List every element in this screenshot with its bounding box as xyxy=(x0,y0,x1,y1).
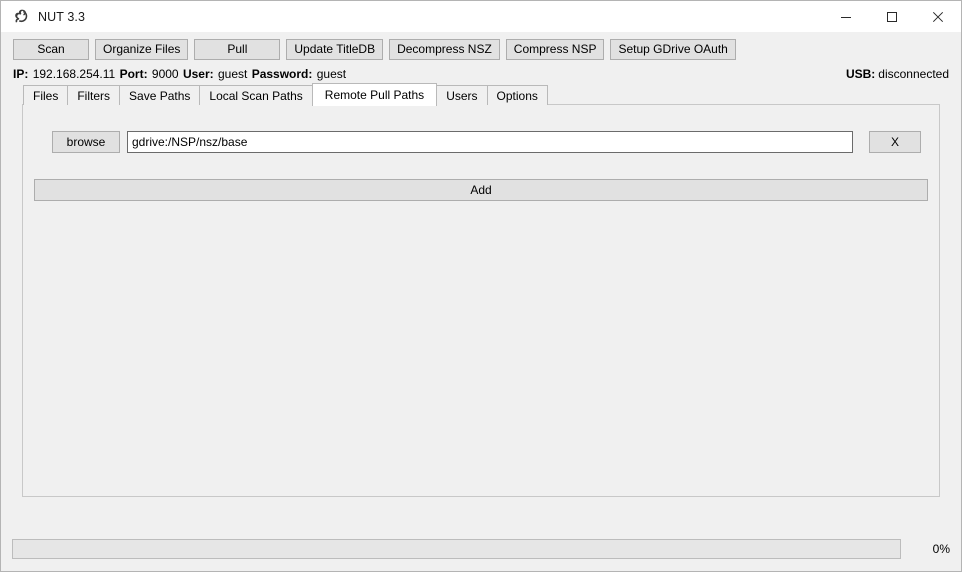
tab-users[interactable]: Users xyxy=(436,85,488,105)
usb-status: USB: disconnected xyxy=(846,64,949,84)
usb-label: USB: xyxy=(845,67,876,81)
maximize-button[interactable] xyxy=(869,1,915,32)
tab-options[interactable]: Options xyxy=(486,85,548,105)
password-label: Password: xyxy=(251,67,313,81)
remove-path-button[interactable]: X xyxy=(869,131,921,153)
window-title: NUT 3.3 xyxy=(38,9,86,24)
browse-button[interactable]: browse xyxy=(52,131,120,153)
toolbar: Scan Organize Files Pull Update TitleDB … xyxy=(1,32,961,64)
pull-button[interactable]: Pull xyxy=(194,38,281,60)
footer-progress-bar: 0% xyxy=(1,527,961,571)
compress-nsp-button[interactable]: Compress NSP xyxy=(505,38,605,60)
user-label: User: xyxy=(182,67,214,81)
ip-label: IP: xyxy=(13,67,29,81)
add-path-button[interactable]: Add xyxy=(34,179,928,201)
window-controls xyxy=(823,1,961,32)
remote-pull-paths-panel: browse X Add xyxy=(22,104,940,497)
application-window: NUT 3.3 Scan Organize Files Pull Update … xyxy=(0,0,962,572)
user-value: guest xyxy=(217,67,248,81)
usb-value: disconnected xyxy=(878,67,949,81)
close-icon xyxy=(932,11,944,22)
minimize-icon xyxy=(841,16,851,18)
password-value: guest xyxy=(316,67,347,81)
connection-info: IP: 192.168.254.11 Port: 9000 User: gues… xyxy=(13,67,347,81)
port-value: 9000 xyxy=(151,67,179,81)
decompress-nsz-button[interactable]: Decompress NSZ xyxy=(389,38,500,60)
minimize-button[interactable] xyxy=(823,1,869,32)
maximize-icon xyxy=(887,11,897,22)
ip-value: 192.168.254.11 xyxy=(32,67,116,81)
tab-bar: Files Filters Save Paths Local Scan Path… xyxy=(23,83,940,106)
progress-label: 0% xyxy=(932,542,950,556)
remote-path-row: browse X xyxy=(52,131,921,153)
title-bar: NUT 3.3 xyxy=(1,1,961,32)
tab-files[interactable]: Files xyxy=(23,85,69,105)
update-titledb-button[interactable]: Update TitleDB xyxy=(286,38,384,60)
tab-save-paths[interactable]: Save Paths xyxy=(119,85,201,105)
tab-remote-pull-paths[interactable]: Remote Pull Paths xyxy=(311,83,438,106)
connection-status-bar: IP: 192.168.254.11 Port: 9000 User: gues… xyxy=(1,64,961,84)
tab-filters[interactable]: Filters xyxy=(67,85,121,105)
scan-button[interactable]: Scan xyxy=(13,38,89,60)
setup-gdrive-oauth-button[interactable]: Setup GDrive OAuth xyxy=(610,38,736,60)
port-label: Port: xyxy=(119,67,148,81)
squirrel-icon xyxy=(15,9,28,23)
tab-local-scan-paths[interactable]: Local Scan Paths xyxy=(199,85,313,105)
close-button[interactable] xyxy=(915,1,961,32)
remote-path-input[interactable] xyxy=(127,131,853,153)
organize-files-button[interactable]: Organize Files xyxy=(95,38,189,60)
progress-track xyxy=(12,539,901,559)
